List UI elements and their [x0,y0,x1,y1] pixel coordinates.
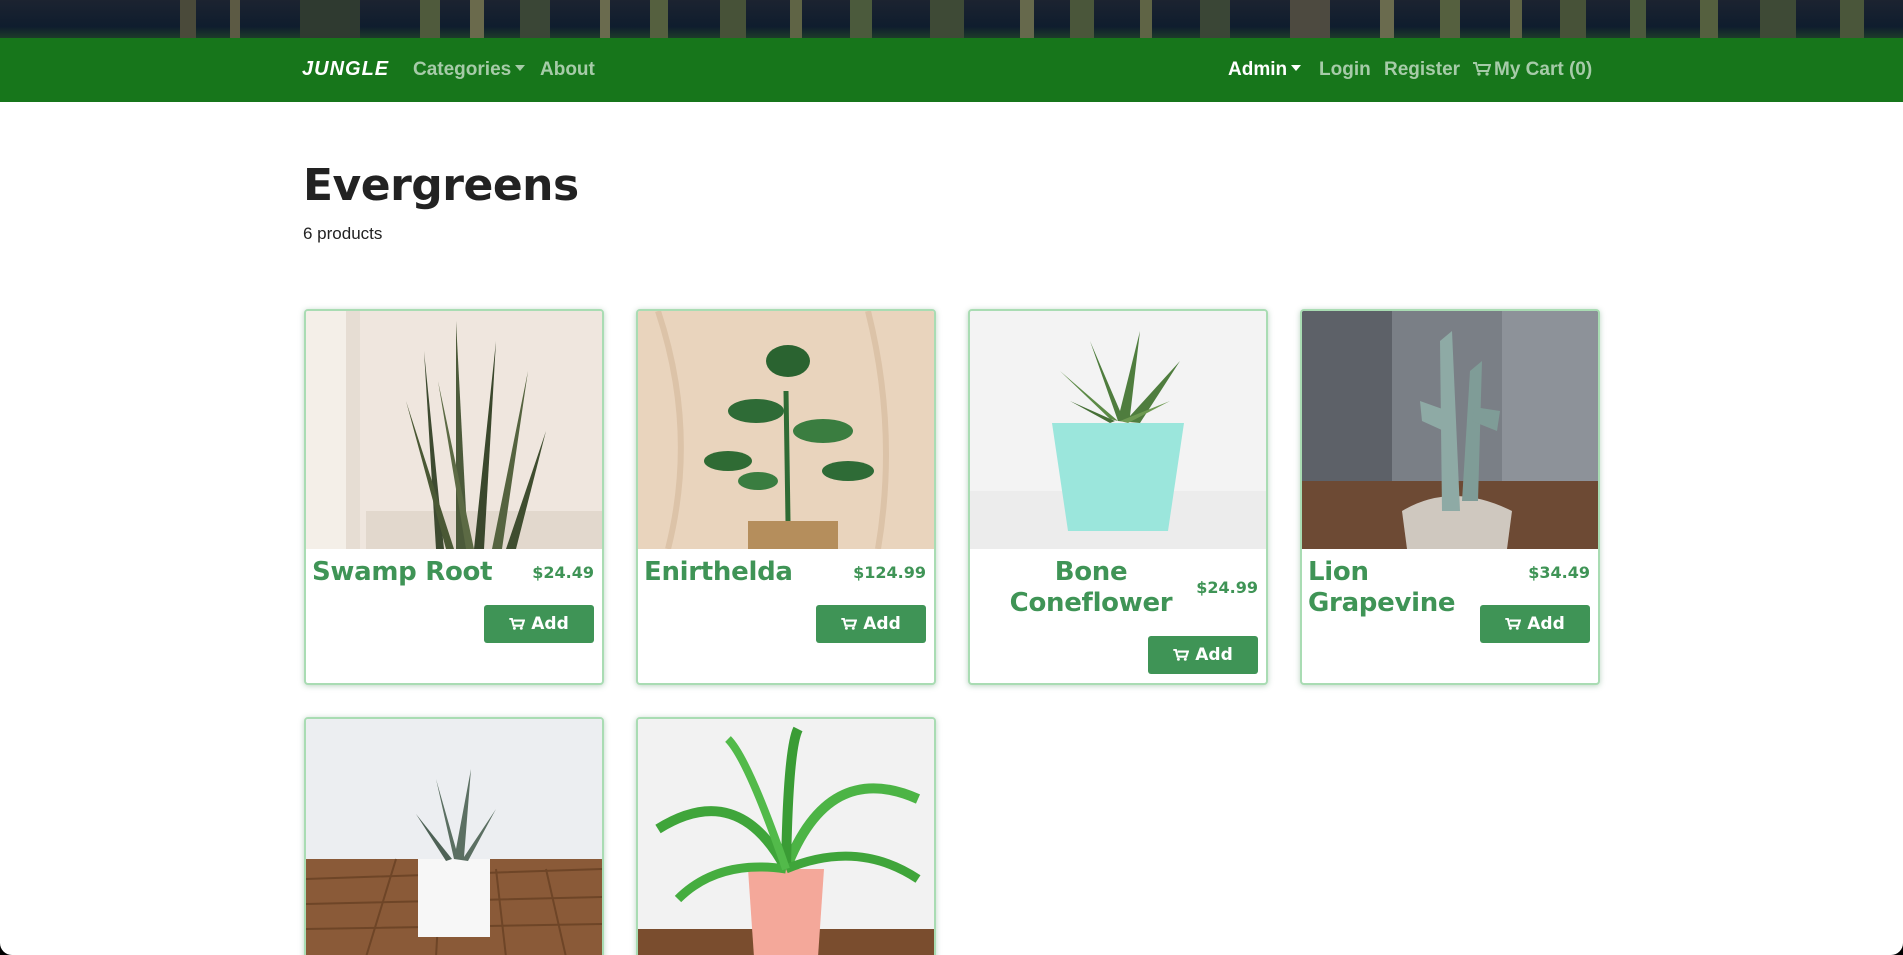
product-image[interactable] [1302,311,1598,549]
nav-admin-dropdown[interactable]: Admin [1228,59,1302,81]
page-title: Evergreens [303,160,579,211]
chevron-down-icon [515,65,526,71]
nav-about-link[interactable]: About [540,59,595,81]
product-count: 6 products [303,224,383,243]
product-image[interactable] [306,719,602,955]
add-button-label: Add [1195,645,1233,665]
product-card[interactable]: Swamp Root $24.49 Add [304,309,604,685]
product-card[interactable]: Lion Grapevine $34.49 Add [1300,309,1600,685]
product-price: $24.49 [532,563,594,582]
nav-cart-link[interactable]: My Cart (0) [1473,59,1592,81]
product-price: $24.99 [1196,578,1258,597]
page: JUNGLE Categories About Admin Login Regi… [0,0,1903,955]
cart-icon [1505,618,1522,630]
product-card[interactable] [636,717,936,955]
product-price: $34.49 [1528,563,1590,582]
add-button-label: Add [531,614,569,634]
product-price: $124.99 [853,563,926,582]
cart-icon [1173,649,1190,661]
forest-banner [0,0,1903,38]
product-name[interactable]: Enirthelda [644,557,859,588]
chevron-down-icon [1291,65,1302,71]
add-button-label: Add [1527,614,1565,634]
nav-cart-label: My Cart (0) [1494,59,1593,80]
cart-icon [509,618,526,630]
product-name[interactable]: Swamp Root [312,557,527,588]
nav-login-link[interactable]: Login [1319,59,1371,81]
nav-register-link[interactable]: Register [1384,59,1460,81]
cart-icon [841,618,858,630]
product-name[interactable]: Bone Coneflower [976,557,1206,619]
product-image[interactable] [638,311,934,549]
add-to-cart-button[interactable]: Add [816,605,926,643]
add-to-cart-button[interactable]: Add [1480,605,1590,643]
nav-categories-dropdown[interactable]: Categories [413,59,526,81]
add-to-cart-button[interactable]: Add [1148,636,1258,674]
cart-icon [1473,62,1491,76]
nav-categories-label: Categories [413,59,512,80]
product-card[interactable]: Enirthelda $124.99 Add [636,309,936,685]
product-card[interactable] [304,717,604,955]
brand-logo[interactable]: JUNGLE [302,58,389,81]
product-image[interactable] [638,719,934,955]
add-to-cart-button[interactable]: Add [484,605,594,643]
nav-admin-label: Admin [1228,59,1288,80]
navbar: JUNGLE Categories About Admin Login Regi… [0,38,1903,102]
product-card[interactable]: Bone Coneflower $24.99 Add [968,309,1268,685]
add-button-label: Add [863,614,901,634]
product-image[interactable] [306,311,602,549]
product-image[interactable] [970,311,1266,549]
